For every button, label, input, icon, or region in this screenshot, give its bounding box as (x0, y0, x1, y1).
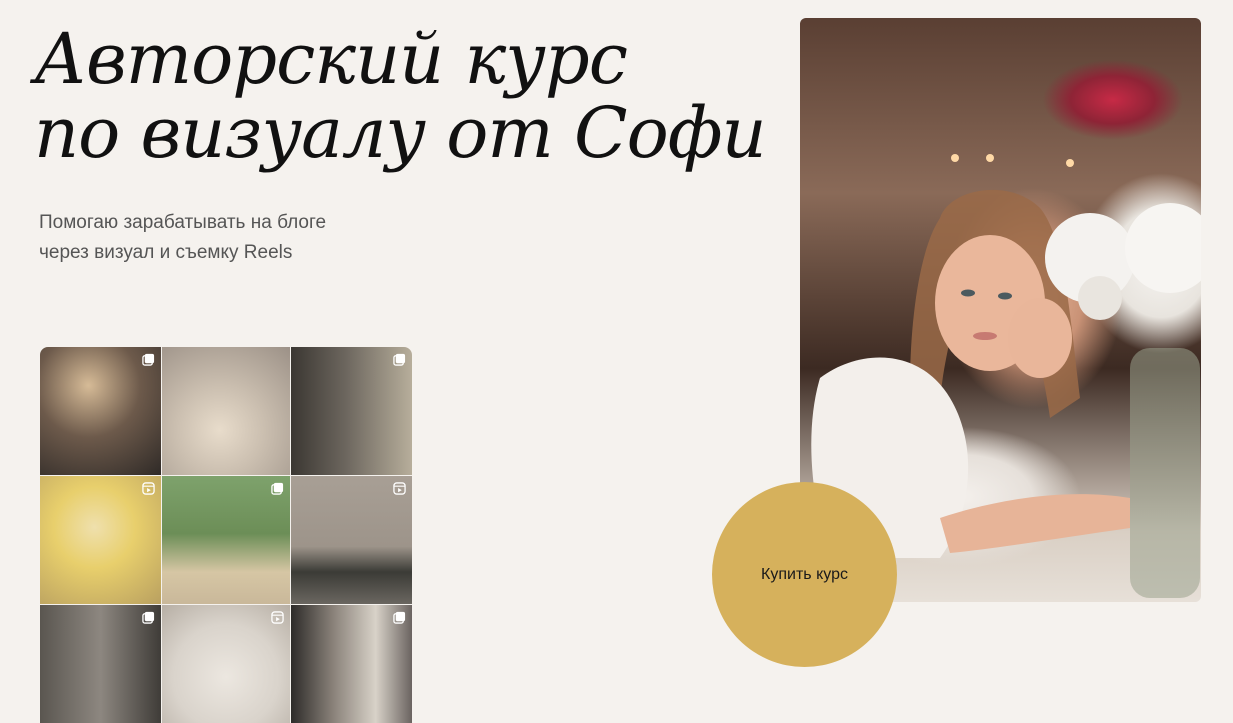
hero-subtitle-line-2: через визуал и съемку Reels (39, 242, 293, 263)
reels-icon (393, 482, 406, 495)
feed-tile[interactable] (40, 347, 161, 475)
hero-subtitle-line-1: Помогаю зарабатывать на блоге (39, 212, 327, 233)
carousel-icon (142, 611, 155, 624)
instagram-feed-grid (40, 347, 412, 723)
hero-title-line-1: Авторский курс (34, 18, 628, 100)
feed-tile[interactable] (162, 347, 290, 475)
feed-tile[interactable] (40, 605, 161, 723)
carousel-icon (393, 353, 406, 366)
feed-tile[interactable] (162, 605, 290, 723)
hero-title-line-2: по визуалу от Софи (34, 92, 767, 174)
hero-subtitle: Помогаю зарабатывать на блоге через визу… (39, 208, 326, 268)
feed-tile[interactable] (291, 476, 412, 604)
buy-course-button[interactable]: Купить курс (712, 482, 897, 667)
feed-tile[interactable] (291, 605, 412, 723)
carousel-icon (271, 482, 284, 495)
carousel-icon (393, 611, 406, 624)
feed-tile[interactable] (162, 476, 290, 604)
feed-tile[interactable] (40, 476, 161, 604)
hero-title: Авторский курс по визуалу от Софи (34, 22, 794, 170)
feed-tile[interactable] (291, 347, 412, 475)
carousel-icon (142, 353, 155, 366)
reels-icon (271, 611, 284, 624)
reels-icon (142, 482, 155, 495)
